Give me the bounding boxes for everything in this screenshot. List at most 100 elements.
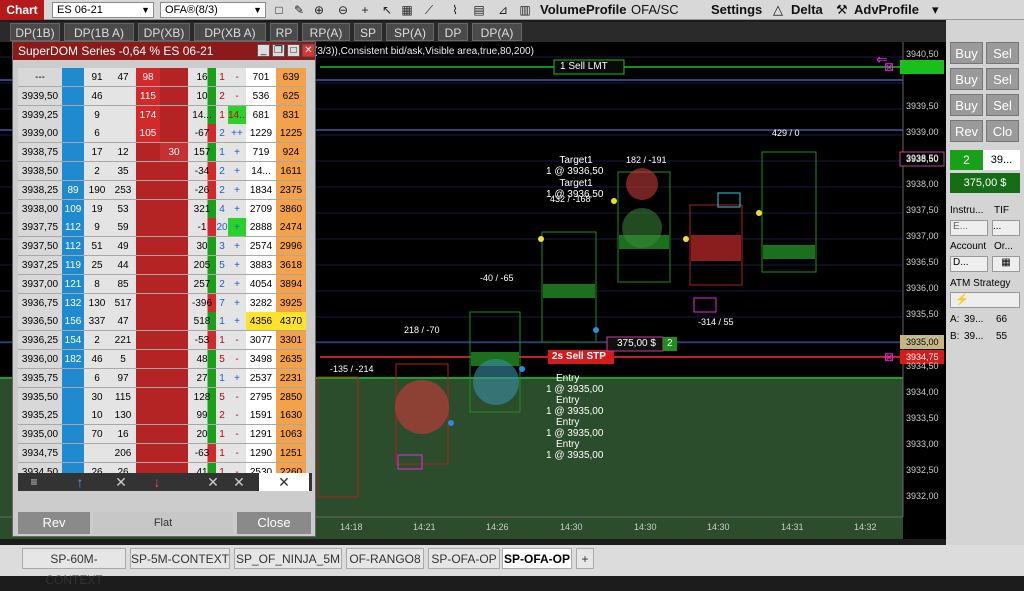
add-tab-icon[interactable]: +: [576, 548, 594, 569]
pencil-icon[interactable]: ✎: [290, 2, 308, 18]
tab-rp-a[interactable]: RP(A): [302, 23, 350, 41]
sell-lmt-label[interactable]: 1 Sell LMT: [560, 61, 608, 72]
bid-cell[interactable]: [62, 68, 84, 87]
ask-size-cell[interactable]: [160, 199, 188, 219]
sell-stp-label[interactable]: 2s Sell STP: [552, 351, 606, 362]
ask-cell[interactable]: 115: [136, 86, 160, 106]
bid-cell[interactable]: [62, 425, 84, 445]
advprofile-button[interactable]: AdvProfile: [854, 1, 919, 19]
indicators-icon[interactable]: ⟋: [420, 2, 438, 18]
ask-size-cell[interactable]: [160, 350, 188, 369]
ask-size-cell[interactable]: [160, 293, 188, 313]
tab-rp[interactable]: RP: [270, 23, 298, 41]
arrow-down-icon[interactable]: ↓: [145, 473, 169, 491]
ask-cell[interactable]: [136, 368, 160, 388]
ask-size-cell[interactable]: [160, 105, 188, 125]
reverse-button[interactable]: Rev: [18, 512, 90, 534]
cancel-all-icon[interactable]: ✕: [259, 473, 309, 491]
ask-size-cell[interactable]: [160, 124, 188, 144]
tab-of-rango8[interactable]: OF-RANGO8: [346, 548, 424, 569]
ask-cell[interactable]: [136, 199, 160, 219]
sell-ask-button[interactable]: Sel: [986, 68, 1019, 90]
ask-size-cell[interactable]: [160, 162, 188, 181]
ask-cell[interactable]: [136, 293, 160, 313]
square-icon[interactable]: □: [270, 2, 288, 18]
tab-sp-a[interactable]: SP(A): [386, 23, 434, 41]
ask-cell[interactable]: [136, 387, 160, 407]
bid-cell[interactable]: [62, 86, 84, 106]
ask-size-cell[interactable]: [160, 256, 188, 275]
bid-cell[interactable]: 112: [62, 237, 84, 257]
chart-tab[interactable]: Chart: [0, 0, 44, 20]
ask-size-cell[interactable]: [160, 237, 188, 257]
instrument-select[interactable]: E...: [950, 220, 988, 236]
tab-dp-1b-a[interactable]: DP(1B A): [64, 23, 134, 41]
close-position-button[interactable]: Clo: [986, 120, 1019, 142]
ask-cell[interactable]: [136, 180, 160, 200]
tab-sp-of-ninja-5m[interactable]: SP_OF_NINJA_5M: [234, 548, 342, 569]
buy-ask-button[interactable]: Buy: [950, 68, 983, 90]
tab-sp-ofa-op-active[interactable]: SP-OFA-OP: [502, 548, 572, 569]
bid-cell[interactable]: 132: [62, 293, 84, 313]
flat-button[interactable]: Flat: [93, 512, 233, 534]
zoom-out-icon[interactable]: ⊖: [334, 2, 352, 18]
maximize-icon[interactable]: □: [287, 44, 300, 57]
ask-cell[interactable]: [136, 143, 160, 163]
ask-cell[interactable]: [136, 256, 160, 275]
bid-cell[interactable]: [62, 387, 84, 407]
bid-cell[interactable]: 156: [62, 312, 84, 332]
ask-size-cell[interactable]: [160, 406, 188, 426]
ask-size-cell[interactable]: 30: [160, 143, 188, 163]
ask-size-cell[interactable]: [160, 218, 188, 238]
volume-profile-button[interactable]: VolumeProfile: [540, 1, 626, 19]
chart-properties-icon[interactable]: ▦: [398, 2, 416, 18]
tab-sp[interactable]: SP: [354, 23, 382, 41]
menu-icon[interactable]: ≡: [22, 473, 46, 491]
bid-cell[interactable]: [62, 105, 84, 125]
bid-cell[interactable]: 121: [62, 274, 84, 294]
cursor-icon[interactable]: ↖: [378, 2, 396, 18]
zoom-in-icon[interactable]: ⊕: [310, 2, 328, 18]
ask-cell[interactable]: [136, 312, 160, 332]
ask-cell[interactable]: [136, 218, 160, 238]
ask-size-cell[interactable]: [160, 180, 188, 200]
reverse-button[interactable]: Rev: [950, 120, 983, 142]
ask-cell[interactable]: [136, 444, 160, 463]
ask-size-cell[interactable]: [160, 368, 188, 388]
template-selector[interactable]: OFA®(8/3) ▼: [160, 2, 266, 18]
ask-cell[interactable]: [136, 350, 160, 369]
ask-size-cell[interactable]: [160, 425, 188, 445]
dropdown-arrow-icon[interactable]: ▾: [932, 1, 939, 19]
cancel-orders-icon[interactable]: ✕: [201, 473, 225, 491]
tab-dp-xb[interactable]: DP(XB): [138, 23, 190, 41]
close-icon[interactable]: ✕: [302, 44, 315, 57]
strategies-icon[interactable]: ⌇: [446, 2, 464, 18]
ask-cell[interactable]: 174: [136, 105, 160, 125]
ask-cell[interactable]: 98: [136, 68, 160, 87]
tab-dp-1b[interactable]: DP(1B): [10, 23, 60, 41]
ask-size-cell[interactable]: [160, 312, 188, 332]
cancel-asks-icon[interactable]: ✕: [227, 473, 251, 491]
bid-cell[interactable]: 89: [62, 180, 84, 200]
sell-bid-button[interactable]: Sel: [986, 94, 1019, 116]
delta-button[interactable]: Delta: [791, 1, 823, 19]
bid-cell[interactable]: [62, 143, 84, 163]
bid-cell[interactable]: [62, 162, 84, 181]
draw-objects-icon[interactable]: ⊿: [494, 2, 512, 18]
minimize-icon[interactable]: _: [257, 44, 270, 57]
bid-cell[interactable]: 112: [62, 218, 84, 238]
bid-cell[interactable]: 154: [62, 331, 84, 351]
buy-bid-button[interactable]: Buy: [950, 94, 983, 116]
ask-size-cell[interactable]: [160, 331, 188, 351]
sell-market-button[interactable]: Sel: [986, 42, 1019, 64]
atm-strategy-select[interactable]: ⚡: [950, 292, 1020, 308]
ofa-sc-button[interactable]: OFA/SC: [631, 1, 679, 19]
restore-icon[interactable]: ❐: [272, 44, 285, 57]
tab-sp-ofa-op[interactable]: SP-OFA-OP: [428, 548, 500, 569]
tab-sp-5m-context[interactable]: SP-5M-CONTEXT: [130, 548, 230, 569]
bid-cell[interactable]: [62, 124, 84, 144]
arrow-up-icon[interactable]: ↑: [68, 473, 92, 491]
ask-size-cell[interactable]: [160, 274, 188, 294]
ask-cell[interactable]: [136, 425, 160, 445]
ask-cell[interactable]: [136, 162, 160, 181]
